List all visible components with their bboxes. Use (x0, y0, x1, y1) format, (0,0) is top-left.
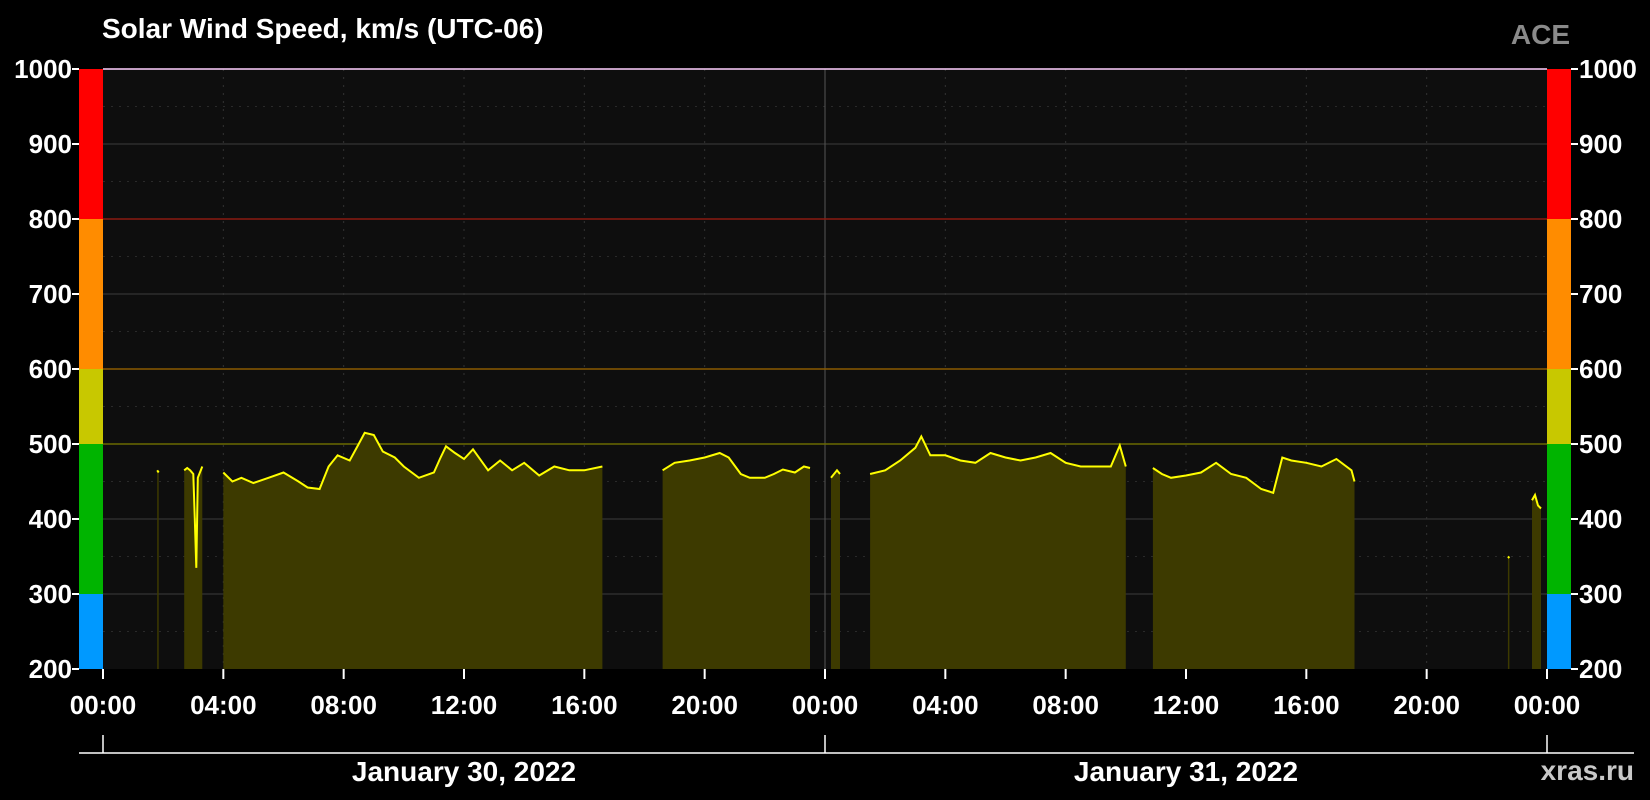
series-area (1152, 457, 1355, 669)
scale-band (1547, 369, 1571, 444)
credit-label: xras.ru (1541, 755, 1634, 786)
y-tick-label: 800 (29, 204, 72, 234)
x-tick-label: 04:00 (912, 690, 979, 720)
source-label: ACE (1511, 19, 1570, 50)
x-tick-label: 00:00 (1514, 690, 1581, 720)
x-tick-label: 08:00 (1032, 690, 1099, 720)
x-tick-label: 12:00 (1153, 690, 1220, 720)
date-axis: January 30, 2022 January 31, 2022 (79, 735, 1634, 787)
solar-wind-chart: Solar Wind Speed, km/s (UTC-06) ACE xras… (14, 13, 1637, 787)
scale-band (79, 69, 103, 219)
x-tick-label: 12:00 (431, 690, 498, 720)
right-y-axis: 1000 900 800 700 600 500 400 300 200 (1571, 54, 1637, 684)
series-area (157, 470, 159, 669)
x-tick-label: 16:00 (1273, 690, 1340, 720)
x-tick-label: 00:00 (70, 690, 137, 720)
y-tick-label: 900 (29, 129, 72, 159)
scale-band (1547, 69, 1571, 219)
x-tick-label: 00:00 (792, 690, 859, 720)
y-tick-label: 200 (1579, 654, 1622, 684)
x-tick-label: 04:00 (190, 690, 257, 720)
left-color-scale (79, 69, 103, 669)
y-tick-label: 400 (1579, 504, 1622, 534)
scale-band (79, 594, 103, 669)
series-line (1507, 555, 1511, 559)
right-color-scale (1547, 69, 1571, 669)
scale-band (79, 369, 103, 444)
series-area (1507, 556, 1510, 669)
scale-band (1547, 219, 1571, 369)
x-tick-label: 20:00 (671, 690, 738, 720)
y-tick-label: 800 (1579, 204, 1622, 234)
x-tick-label: 16:00 (551, 690, 618, 720)
scale-band (79, 219, 103, 369)
series-area (870, 436, 1126, 669)
scale-band (1547, 444, 1571, 594)
y-tick-label: 1000 (1579, 54, 1637, 84)
y-tick-label: 1000 (14, 54, 72, 84)
y-tick-label: 200 (29, 654, 72, 684)
series-area (662, 453, 810, 669)
y-tick-label: 700 (29, 279, 72, 309)
chart-title: Solar Wind Speed, km/s (UTC-06) (102, 13, 544, 44)
series-area (1532, 495, 1541, 669)
y-tick-label: 900 (1579, 129, 1622, 159)
y-tick-label: 500 (1579, 429, 1622, 459)
y-tick-label: 300 (29, 579, 72, 609)
scale-band (79, 444, 103, 594)
y-tick-label: 600 (1579, 354, 1622, 384)
y-tick-label: 300 (1579, 579, 1622, 609)
y-tick-label: 600 (29, 354, 72, 384)
y-tick-label: 400 (29, 504, 72, 534)
series-area (831, 470, 840, 669)
date-label: January 30, 2022 (352, 756, 576, 787)
left-y-axis: 1000 900 800 700 600 500 400 300 200 (14, 54, 79, 684)
y-tick-label: 700 (1579, 279, 1622, 309)
x-tick-label: 08:00 (310, 690, 377, 720)
scale-band (1547, 594, 1571, 669)
date-label: January 31, 2022 (1074, 756, 1298, 787)
y-tick-label: 500 (29, 429, 72, 459)
x-tick-label: 20:00 (1393, 690, 1460, 720)
series-line (156, 469, 160, 474)
x-axis: 00:00 04:00 08:00 12:00 16:00 20:00 00:00 04:00… (70, 669, 1581, 720)
